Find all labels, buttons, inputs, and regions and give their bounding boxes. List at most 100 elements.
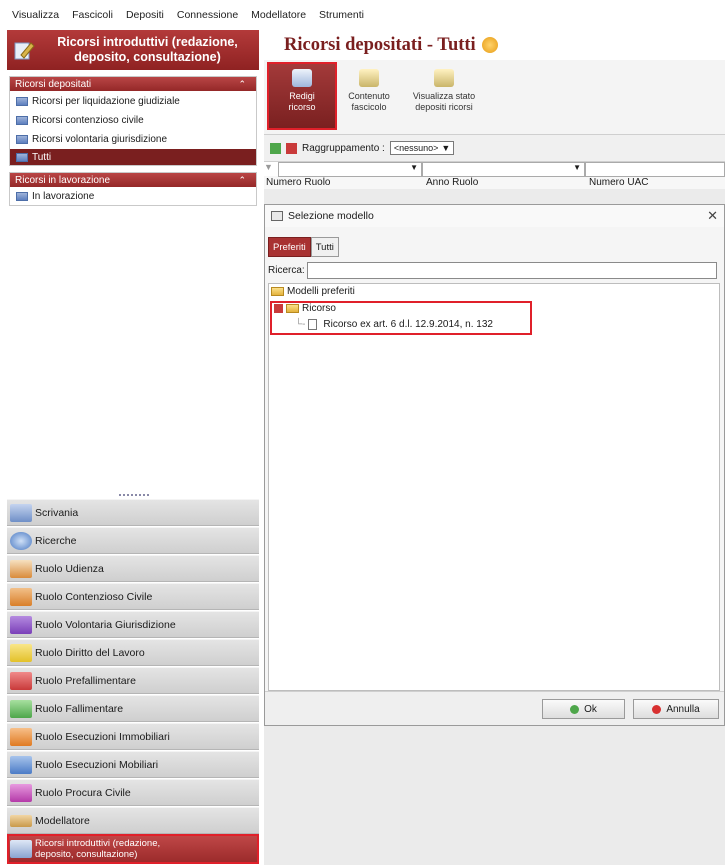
model-tree: Modelli preferiti Ricorso └- Ricorso ex …	[268, 283, 720, 691]
redigi-ricorso-button[interactable]: Redigi ricorso	[267, 62, 337, 130]
pen-document-icon	[14, 42, 35, 60]
window-icon	[271, 211, 283, 221]
dialog-title: Selezione modello	[288, 210, 374, 222]
close-icon[interactable]: ✕	[707, 208, 718, 224]
filter-numero-ruolo[interactable]: ▼	[278, 162, 422, 177]
cancel-label: Annulla	[666, 703, 700, 715]
page-title-text: Ricorsi depositati - Tutti	[284, 34, 476, 55]
ribbon-label: Redigi ricorso	[288, 91, 316, 112]
nav-label: Modellatore	[35, 814, 90, 827]
cancel-icon	[652, 704, 662, 714]
menu-bar: Visualizza Fascicoli Depositi Connession…	[0, 0, 725, 30]
grouping-toolbar: Raggruppamento : <nessuno> ▼	[264, 135, 725, 161]
menu-strumenti[interactable]: Strumenti	[319, 9, 364, 21]
section-header[interactable]: Ricorsi depositati ⌃	[10, 77, 256, 91]
expand-icon[interactable]	[270, 142, 281, 154]
tab-tutti[interactable]: Tutti	[310, 237, 339, 257]
list-icon	[16, 152, 28, 162]
collapse-chevron-icon[interactable]: ⌃	[238, 79, 246, 90]
desk-icon	[10, 503, 32, 522]
collapse-icon[interactable]	[286, 142, 297, 154]
nav-label: Ruolo Contenzioso Civile	[35, 590, 153, 603]
section-header[interactable]: Ricorsi in lavorazione ⌃	[10, 173, 256, 187]
tree-root-label: Modelli preferiti	[287, 286, 355, 297]
nav-label: Ruolo Prefallimentare	[35, 674, 136, 687]
info-icon[interactable]	[481, 37, 498, 53]
column-numero-ruolo[interactable]: Numero Ruolo	[264, 177, 422, 188]
nav-ruolo-fallimentare[interactable]: Ruolo Fallimentare	[7, 695, 259, 722]
tree-item-label: Tutti	[32, 151, 52, 163]
nav-label: Ruolo Volontaria Giurisdizione	[35, 618, 176, 631]
tree-item-contenzioso[interactable]: Ricorsi contenzioso civile	[10, 114, 256, 127]
nav-ruolo-prefallimentare[interactable]: Ruolo Prefallimentare	[7, 667, 259, 694]
folder-open-icon	[271, 287, 284, 296]
menu-connessione[interactable]: Connessione	[177, 9, 238, 21]
menu-modellatore[interactable]: Modellatore	[251, 9, 306, 21]
tab-preferiti[interactable]: Preferiti	[268, 237, 311, 257]
tree-item-volontaria[interactable]: Ricorsi volontaria giurisdizione	[10, 133, 256, 146]
column-headers: Numero Ruolo Anno Ruolo Numero UAC	[264, 176, 725, 189]
filter-numero-uac[interactable]	[585, 162, 725, 177]
nav-ruolo-contenzioso[interactable]: Ruolo Contenzioso Civile	[7, 583, 259, 610]
pencil-icon	[10, 814, 32, 827]
page-title: Ricorsi depositati - Tutti	[264, 30, 725, 60]
dropdown-arrow-icon: ▼	[573, 163, 581, 172]
grouping-select[interactable]: <nessuno> ▼	[389, 141, 455, 155]
section-ricorsi-depositati: Ricorsi depositati ⌃ Ricorsi per liquida…	[9, 76, 257, 166]
section-ricorsi-in-lavorazione: Ricorsi in lavorazione ⌃ In lavorazione	[9, 172, 257, 206]
nav-ruolo-procura[interactable]: Ruolo Procura Civile	[7, 779, 259, 806]
highlight-box	[270, 301, 532, 335]
tree-root[interactable]: Modelli preferiti	[271, 286, 355, 297]
nav-ruolo-lavoro[interactable]: Ruolo Diritto del Lavoro	[7, 639, 259, 666]
nav-ricorsi-introduttivi[interactable]: Ricorsi introduttivi (redazione, deposit…	[7, 834, 259, 864]
ok-button[interactable]: Ok	[542, 699, 625, 719]
visualizza-stato-button[interactable]: Visualizza stato depositi ricorsi	[404, 64, 484, 128]
nav-label: Ricorsi introduttivi (redazione, deposit…	[35, 838, 161, 860]
nav-ruolo-volontaria[interactable]: Ruolo Volontaria Giurisdizione	[7, 611, 259, 638]
menu-fascicoli[interactable]: Fascicoli	[72, 9, 113, 21]
column-anno-ruolo[interactable]: Anno Ruolo	[422, 177, 585, 188]
contenuto-fascicolo-button[interactable]: Contenuto fascicolo	[340, 64, 398, 128]
section-title: Ricorsi depositati	[15, 78, 92, 90]
grouping-label: Raggruppamento :	[302, 142, 385, 154]
folder-ei-icon	[10, 727, 32, 746]
collapse-chevron-icon[interactable]: ⌃	[238, 175, 246, 186]
nav-label: Ruolo Esecuzioni Immobiliari	[35, 730, 170, 743]
tree-item-label: Ricorsi per liquidazione giudiziale	[32, 96, 180, 107]
filter-icon: ▼	[264, 162, 273, 172]
column-numero-uac[interactable]: Numero UAC	[585, 177, 725, 188]
nav-ruolo-udienza[interactable]: Ruolo Udienza	[7, 555, 259, 582]
nav-label: Ruolo Procura Civile	[35, 786, 131, 799]
pen-document-icon	[292, 69, 312, 87]
tree-item-liquidazione[interactable]: Ricorsi per liquidazione giudiziale	[10, 95, 256, 108]
nav-modellatore[interactable]: Modellatore	[7, 807, 259, 834]
folder-pf-icon	[10, 671, 32, 690]
tree-item-label: In lavorazione	[32, 191, 95, 202]
nav-label: Ruolo Udienza	[35, 562, 104, 575]
menu-depositi[interactable]: Depositi	[126, 9, 164, 21]
folder-pc-icon	[10, 783, 32, 802]
search-input[interactable]	[306, 261, 717, 279]
nav-label: Ricerche	[35, 534, 77, 547]
tree-item-in-lavorazione[interactable]: In lavorazione	[10, 190, 256, 203]
check-icon	[570, 704, 580, 714]
nav-label: Ruolo Fallimentare	[35, 702, 124, 715]
cancel-button[interactable]: Annulla	[633, 699, 719, 719]
nav-scrivania[interactable]: Scrivania	[7, 499, 259, 526]
folder-vg-icon	[10, 615, 32, 634]
dialog-tabs: Preferiti Tutti	[268, 237, 339, 257]
tree-item-label: Ricorsi contenzioso civile	[32, 115, 144, 126]
panel-splitter[interactable]	[119, 494, 149, 496]
folder-lav-icon	[10, 643, 32, 662]
left-panel-title: Ricorsi introduttivi (redazione, deposit…	[57, 35, 238, 64]
tree-item-tutti[interactable]: Tutti	[10, 149, 256, 165]
nav-ruolo-esecuzioni-immobiliari[interactable]: Ruolo Esecuzioni Immobiliari	[7, 723, 259, 750]
menu-visualizza[interactable]: Visualizza	[12, 9, 59, 21]
search-label: Ricerca:	[268, 264, 305, 276]
filter-anno-ruolo[interactable]: ▼	[422, 162, 585, 177]
ribbon: Redigi ricorso Contenuto fascicolo Visua…	[264, 60, 725, 135]
nav-ricerche[interactable]: Ricerche	[7, 527, 259, 554]
search-row: Ricerca:	[268, 260, 720, 280]
nav-ruolo-esecuzioni-mobiliari[interactable]: Ruolo Esecuzioni Mobiliari	[7, 751, 259, 778]
list-icon	[16, 97, 28, 106]
